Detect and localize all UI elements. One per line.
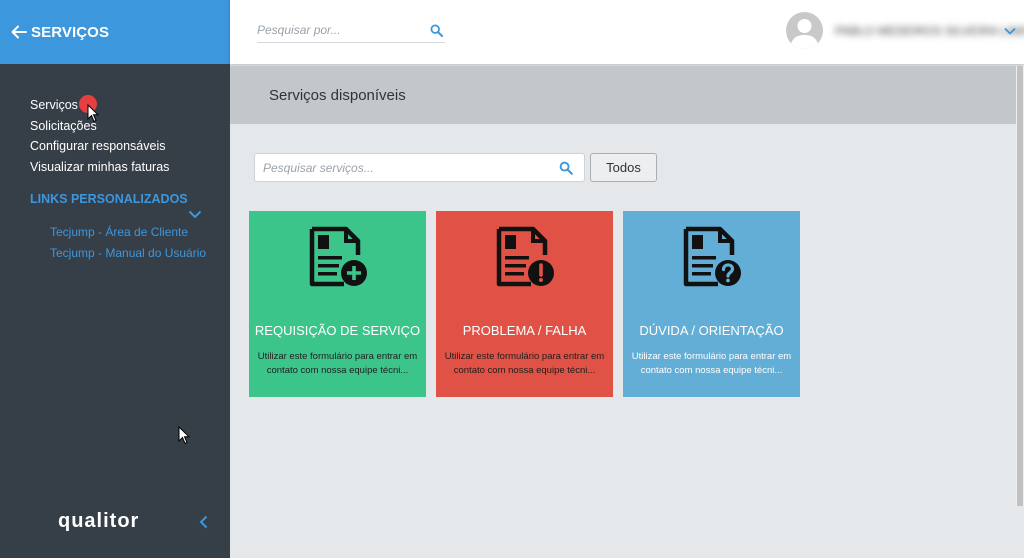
- all-services-button[interactable]: Todos: [590, 153, 657, 182]
- global-search-input[interactable]: [257, 19, 417, 41]
- card-title: PROBLEMA / FALHA: [462, 323, 587, 338]
- sidebar-item-servicos[interactable]: Serviços: [30, 98, 169, 119]
- card-title: REQUISIÇÃO DE SERVIÇO: [254, 323, 421, 338]
- custom-link-manual-usuario[interactable]: Tecjump - Manual do Usuário: [50, 246, 206, 267]
- chevron-left-icon[interactable]: [199, 515, 208, 529]
- card-description: Utilizar este formulário para entrar em …: [257, 351, 418, 376]
- qualitor-logo: qualitor: [58, 510, 140, 532]
- search-icon[interactable]: [559, 161, 573, 175]
- sidebar-item-configurar-responsaveis[interactable]: Configurar responsáveis: [30, 139, 169, 160]
- sidebar-item-visualizar-faturas[interactable]: Visualizar minhas faturas: [30, 160, 169, 181]
- service-card-problema[interactable]: PROBLEMA / FALHA Utilizar este formulári…: [436, 211, 613, 397]
- avatar[interactable]: [786, 12, 823, 49]
- scrollbar-thumb[interactable]: [1017, 66, 1023, 506]
- back-to-services-button[interactable]: SERVIÇOS: [0, 0, 230, 64]
- service-card-duvida[interactable]: DÚVIDA / ORIENTAÇÃO Utilizar este formul…: [623, 211, 800, 397]
- custom-links-title[interactable]: LINKS PERSONALIZADOS: [30, 192, 188, 206]
- scrollbar[interactable]: [1016, 66, 1024, 506]
- chevron-down-icon[interactable]: [188, 210, 202, 219]
- mouse-cursor-icon: [87, 104, 99, 123]
- sidebar-title: SERVIÇOS: [31, 23, 110, 41]
- document-plus-icon: [309, 226, 367, 287]
- arrow-left-icon: [11, 25, 27, 39]
- card-description: Utilizar este formulário para entrar em …: [444, 351, 605, 376]
- search-icon[interactable]: [430, 24, 443, 37]
- service-card-requisicao[interactable]: REQUISIÇÃO DE SERVIÇO Utilizar este form…: [249, 211, 426, 397]
- card-description: Utilizar este formulário para entrar em …: [631, 351, 792, 376]
- document-question-icon: [683, 226, 741, 287]
- sidebar-item-solicitacoes[interactable]: Solicitações: [30, 119, 169, 140]
- card-title: DÚVIDA / ORIENTAÇÃO: [639, 323, 784, 338]
- custom-link-area-cliente[interactable]: Tecjump - Área de Cliente: [50, 225, 206, 246]
- sidebar-menu: Serviços Solicitações Configurar respons…: [30, 98, 169, 180]
- user-name[interactable]: PABLO MEDEIROS SILVEIRA LIMA: [835, 24, 1024, 38]
- services-search: [254, 153, 585, 182]
- document-exclamation-icon: [496, 226, 554, 287]
- page-title: Serviços disponíveis: [269, 87, 406, 104]
- sidebar: Serviços Solicitações Configurar respons…: [0, 64, 230, 558]
- section-header: Serviços disponíveis: [230, 66, 1016, 124]
- chevron-down-icon[interactable]: [1004, 27, 1016, 35]
- mouse-cursor-icon: [178, 426, 190, 445]
- user-silhouette-icon: [790, 19, 819, 49]
- custom-links-list: Tecjump - Área de Cliente Tecjump - Manu…: [50, 225, 206, 267]
- top-bar: PABLO MEDEIROS SILVEIRA LIMA: [230, 0, 1024, 64]
- services-search-input[interactable]: [255, 154, 545, 181]
- global-search: [257, 19, 445, 43]
